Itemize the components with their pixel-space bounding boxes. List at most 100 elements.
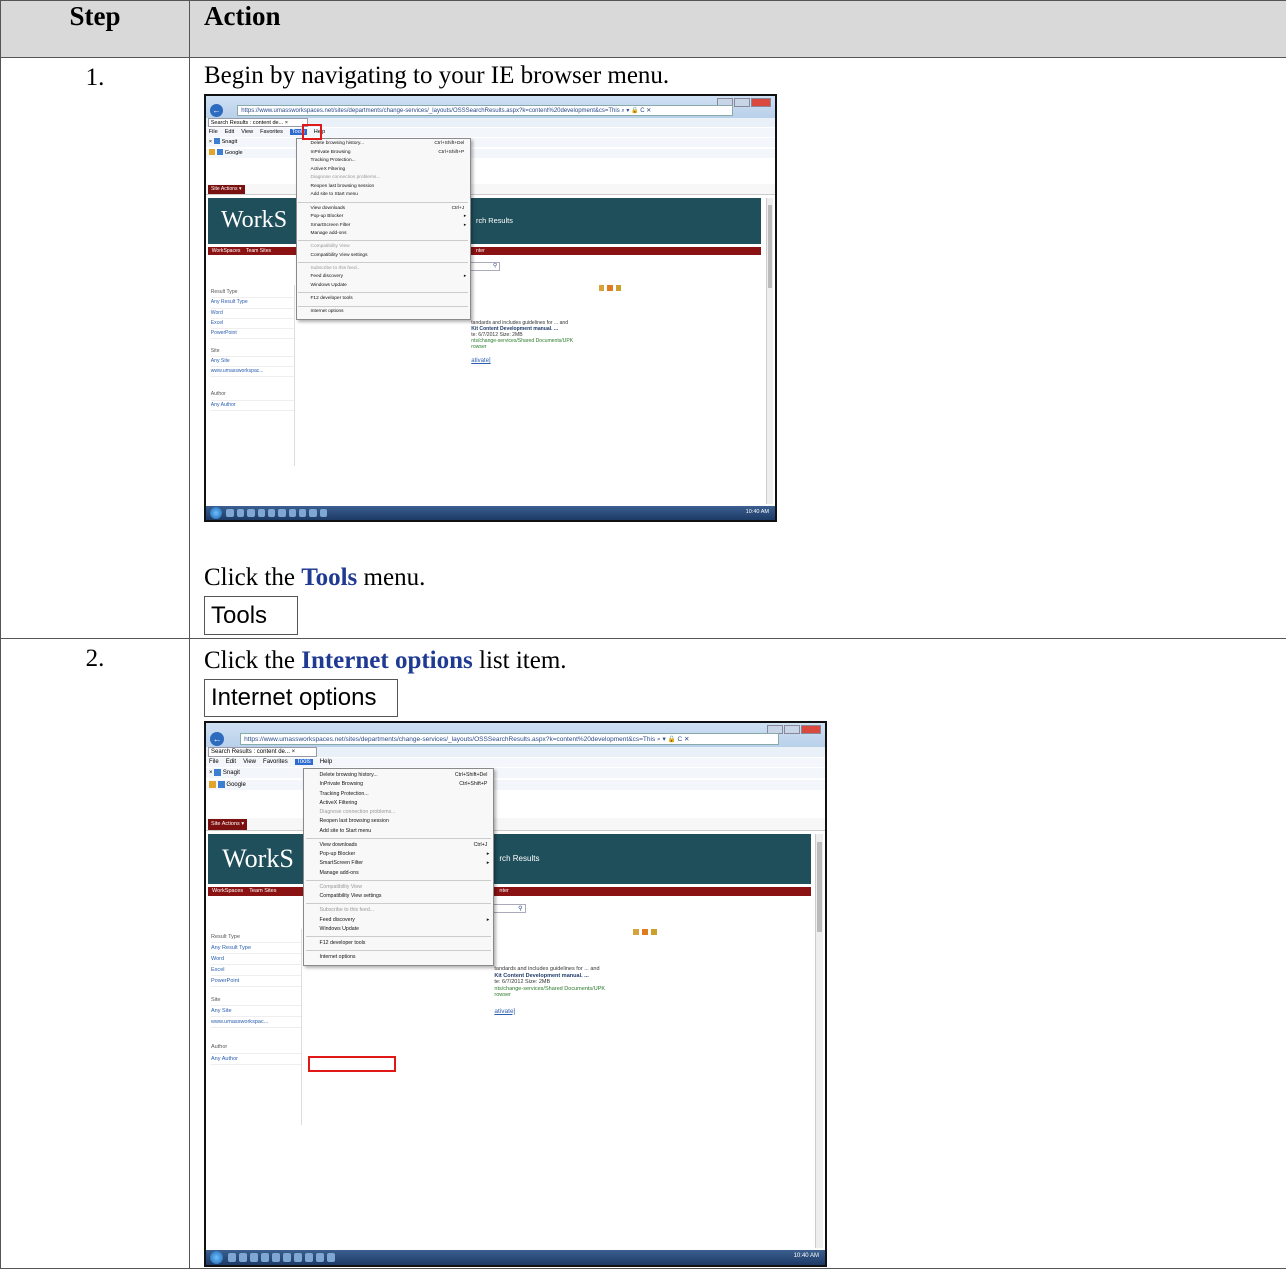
menubar-favorites[interactable]: Favorites	[263, 759, 288, 765]
taskbar-app-icon[interactable]	[327, 1253, 335, 1262]
browser-tab[interactable]: Search Results : content de... ×	[208, 747, 317, 757]
back-arrow-icon[interactable]: ←	[210, 732, 224, 746]
menu-item-add-site-to-start-menu[interactable]: Add site to Start menu	[297, 191, 471, 200]
menu-item-internet-options[interactable]: Internet options	[297, 308, 471, 317]
nav-workspaces[interactable]: WorkSpaces	[212, 888, 243, 894]
menu-item-compatibility-view-settings[interactable]: Compatibility View settings	[304, 892, 493, 901]
nav-team-sites[interactable]: Team Sites	[249, 888, 276, 894]
site-actions-button[interactable]: Site Actions ▾	[208, 185, 245, 194]
menu-item-tracking-protection[interactable]: Tracking Protection...	[297, 157, 471, 166]
vertical-scrollbar[interactable]	[766, 198, 773, 505]
maximize-icon[interactable]	[734, 98, 750, 107]
menu-item-view-downloads[interactable]: View downloads Ctrl+J	[304, 841, 493, 850]
menu-item-feed-discovery[interactable]: Feed discovery	[297, 273, 471, 282]
alert-icon[interactable]	[599, 285, 605, 291]
menubar-favorites[interactable]: Favorites	[260, 129, 283, 135]
menu-item-manage-add-ons[interactable]: Manage add-ons	[297, 230, 471, 239]
tools-menu-reference: Tools	[301, 564, 357, 591]
address-bar[interactable]: https://www.umassworkspaces.net/sites/de…	[240, 733, 779, 745]
menu-item-delete-browsing-history[interactable]: Delete browsing history... Ctrl+Shift+De…	[304, 771, 493, 780]
taskbar-app-icon[interactable]	[237, 509, 244, 517]
site-actions-button[interactable]: Site Actions ▾	[208, 819, 247, 829]
address-bar[interactable]: https://www.umassworkspaces.net/sites/de…	[237, 105, 732, 116]
rss-icon[interactable]	[607, 285, 613, 291]
search-icon[interactable]: ⚲	[518, 906, 522, 912]
taskbar-app-icon[interactable]	[228, 1253, 236, 1262]
close-icon[interactable]	[801, 725, 821, 734]
menu-item-activex-filtering[interactable]: ActiveX Filtering	[304, 799, 493, 808]
taskbar-app-icon[interactable]	[294, 1253, 302, 1262]
taskbar-app-icon[interactable]	[261, 1253, 269, 1262]
taskbar-app-icon[interactable]	[239, 1253, 247, 1262]
taskbar-app-icon[interactable]	[258, 509, 265, 517]
menubar-file[interactable]: File	[209, 759, 219, 765]
browser-tab[interactable]: Search Results : content de... ×	[208, 118, 308, 127]
result-link[interactable]: ativate]	[494, 1007, 605, 1016]
menu-item-f12-developer-tools[interactable]: F12 developer tools	[297, 295, 471, 304]
menu-item-compatibility-view-settings[interactable]: Compatibility View settings	[297, 252, 471, 261]
maximize-icon[interactable]	[784, 725, 800, 734]
menu-item-activex-filtering[interactable]: ActiveX Filtering	[297, 166, 471, 175]
step-row-2: 2. Click the Internet options list item.…	[1, 639, 1286, 1269]
menu-item-inprivate-browsing[interactable]: InPrivate Browsing Ctrl+Shift+P	[297, 149, 471, 158]
taskbar-app-icon[interactable]	[272, 1253, 280, 1262]
menubar-edit[interactable]: Edit	[226, 759, 236, 765]
menubar-help[interactable]: Help	[320, 759, 332, 765]
menu-item-windows-update[interactable]: Windows Update	[304, 925, 493, 934]
menu-item-windows-update[interactable]: Windows Update	[297, 282, 471, 291]
ie-screenshot-1: ← https://www.umassworkspaces.net/sites/…	[204, 94, 777, 522]
menubar-view[interactable]: View	[241, 129, 253, 135]
menu-item-f12-developer-tools[interactable]: F12 developer tools	[304, 939, 493, 948]
nav-workspaces[interactable]: WorkSpaces	[212, 248, 241, 254]
start-orb-icon[interactable]	[210, 507, 222, 519]
taskbar-app-icon[interactable]	[305, 1253, 313, 1262]
edit-icon[interactable]	[616, 285, 622, 291]
menubar-tools[interactable]: Tools	[295, 759, 313, 765]
alert-icon[interactable]	[633, 929, 639, 935]
menu-item-pop-up-blocker[interactable]: Pop-up Blocker	[297, 213, 471, 222]
menu-item-internet-options[interactable]: Internet options	[304, 953, 493, 962]
menu-item-tracking-protection[interactable]: Tracking Protection...	[304, 790, 493, 799]
site-banner: WorkS rch Results	[208, 198, 761, 244]
menu-item-feed-discovery[interactable]: Feed discovery	[304, 916, 493, 925]
menu-item-add-site-to-start-menu[interactable]: Add site to Start menu	[304, 827, 493, 836]
menu-item-smartscreen-filter[interactable]: SmartScreen Filter	[297, 222, 471, 231]
menu-item-smartscreen-filter[interactable]: SmartScreen Filter	[304, 859, 493, 868]
start-orb-icon[interactable]	[210, 1251, 223, 1264]
taskbar-app-icon[interactable]	[320, 509, 327, 517]
taskbar-app-icon[interactable]	[247, 509, 254, 517]
taskbar-app-icon[interactable]	[316, 1253, 324, 1262]
google-icon	[218, 781, 225, 788]
nav-team-sites[interactable]: Team Sites	[246, 248, 271, 254]
rss-icon[interactable]	[642, 929, 648, 935]
snagit-icon	[214, 138, 220, 144]
menubar-file[interactable]: File	[209, 129, 218, 135]
taskbar-app-icon[interactable]	[299, 509, 306, 517]
taskbar-app-icon[interactable]	[278, 509, 285, 517]
refinement-panel: Result TypeAny Result TypeWordExcelPower…	[208, 285, 295, 465]
menu-item-manage-add-ons[interactable]: Manage add-ons	[304, 869, 493, 878]
menu-item-reopen-last-browsing-session[interactable]: Reopen last browsing session	[304, 817, 493, 826]
taskbar-app-icon[interactable]	[309, 509, 316, 517]
taskbar-app-icon[interactable]	[250, 1253, 258, 1262]
vertical-scrollbar[interactable]	[815, 834, 823, 1248]
refinement-panel: Result TypeAny Result TypeWordExcelPower…	[208, 929, 302, 1125]
menu-item-delete-browsing-history[interactable]: Delete browsing history... Ctrl+Shift+De…	[297, 140, 471, 149]
taskbar-app-icon[interactable]	[283, 1253, 291, 1262]
menu-item-inprivate-browsing[interactable]: InPrivate Browsing Ctrl+Shift+P	[304, 780, 493, 789]
taskbar-app-icon[interactable]	[268, 509, 275, 517]
menu-item-view-downloads[interactable]: View downloads Ctrl+J	[297, 205, 471, 214]
search-icon[interactable]: ⚲	[493, 263, 497, 269]
menu-item-pop-up-blocker[interactable]: Pop-up Blocker	[304, 850, 493, 859]
edit-icon[interactable]	[651, 929, 657, 935]
taskbar-app-icon[interactable]	[226, 509, 233, 517]
taskbar-app-icon[interactable]	[289, 509, 296, 517]
menubar-edit[interactable]: Edit	[225, 129, 235, 135]
internet-options-callout: Internet options	[204, 679, 398, 717]
snagit-icon	[214, 769, 221, 776]
close-icon[interactable]	[751, 98, 771, 107]
menu-item-reopen-last-browsing-session[interactable]: Reopen last browsing session	[297, 183, 471, 192]
result-link[interactable]: ativate]	[471, 357, 573, 365]
menubar-view[interactable]: View	[243, 759, 256, 765]
back-arrow-icon[interactable]: ←	[210, 104, 223, 117]
